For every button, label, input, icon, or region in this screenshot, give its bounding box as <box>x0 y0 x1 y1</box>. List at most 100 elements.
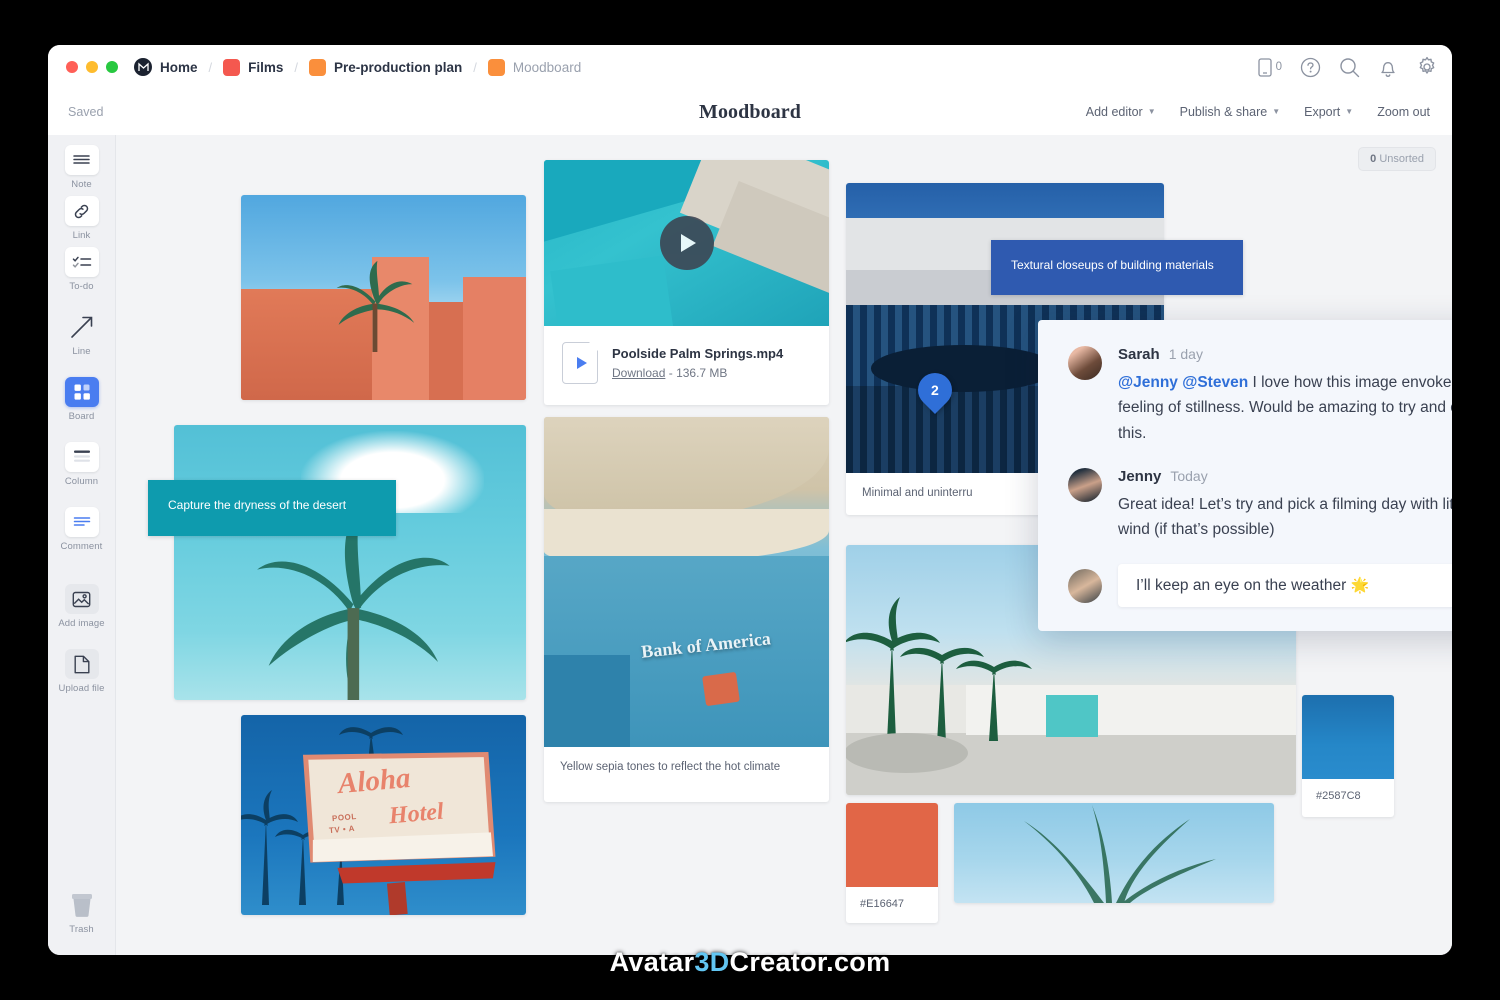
video-filename: Poolside Palm Springs.mp4 <box>612 346 783 361</box>
sidebar-item-note[interactable]: Note <box>54 145 110 190</box>
color-swatch-blue[interactable]: #2587C8 <box>1302 695 1394 817</box>
sticky-note-textures[interactable]: Textural closeups of building materials <box>991 240 1243 295</box>
palm-fronds-photo <box>954 803 1274 903</box>
sidebar-label-comment: Comment <box>61 541 103 552</box>
sidebar-item-upload-file[interactable]: Upload file <box>54 649 110 694</box>
sidebar-item-todo[interactable]: To-do <box>54 247 110 292</box>
desktop-background: Home / Films / Pre-production plan / Moo… <box>0 0 1500 1000</box>
upload-file-icon <box>65 649 99 679</box>
sidebar-item-trash[interactable]: Trash <box>54 890 110 935</box>
blue-swatch-chip <box>1302 695 1394 779</box>
color-swatch-orange[interactable]: #E16647 <box>846 803 938 923</box>
comment-body-jenny: Great idea! Let’s try and pick a filming… <box>1118 492 1452 543</box>
breadcrumb-item-moodboard[interactable]: Moodboard <box>488 59 581 76</box>
close-window-button[interactable] <box>66 61 78 73</box>
sidebar-label-todo: To-do <box>69 281 93 292</box>
sidebar-item-comment[interactable]: Comment <box>54 507 110 552</box>
watermark-prefix: Avatar <box>610 947 695 977</box>
add-image-icon <box>65 584 99 614</box>
avatar-sarah <box>1068 346 1102 380</box>
comment-time-jenny: Today <box>1170 468 1207 484</box>
reply-input-value: I’ll keep an eye on the weather <box>1136 577 1351 594</box>
video-file-meta: Download - 136.7 MB <box>612 366 783 380</box>
sidebar-label-link: Link <box>73 230 91 241</box>
video-thumbnail[interactable] <box>544 160 829 326</box>
comment-panel[interactable]: Sarah 1 day @Jenny @Steven I love how th… <box>1038 320 1452 631</box>
settings-gear-icon[interactable] <box>1416 56 1438 78</box>
sidebar-label-column: Column <box>65 476 98 487</box>
board-image-palm-fronds[interactable] <box>954 803 1274 903</box>
sidebar-item-column[interactable]: Column <box>54 442 110 487</box>
publish-share-button[interactable]: Publish & share ▼ <box>1180 105 1280 119</box>
comment-author-sarah: Sarah <box>1118 346 1160 363</box>
reply-input[interactable]: I’ll keep an eye on the weather 🌟 <box>1136 576 1452 595</box>
breadcrumb-label-preproduction: Pre-production plan <box>334 60 462 75</box>
document-toolbar: Saved Moodboard Add editor ▼ Publish & s… <box>48 89 1452 135</box>
comment-author-jenny: Jenny <box>1118 468 1161 485</box>
add-editor-button[interactable]: Add editor ▼ <box>1086 105 1156 119</box>
comment-text-sarah: @Jenny @Steven I love how this image env… <box>1118 370 1452 446</box>
breadcrumb-item-preproduction[interactable]: Pre-production plan <box>309 59 462 76</box>
sidebar-label-trash: Trash <box>69 924 93 935</box>
app-logo-icon <box>134 58 152 76</box>
unsorted-badge[interactable]: 0 Unsorted <box>1358 147 1436 171</box>
breadcrumb-label-home: Home <box>160 60 198 75</box>
sun-emoji-icon: 🌟 <box>1351 577 1370 594</box>
export-label: Export <box>1304 105 1340 119</box>
video-file-row: Poolside Palm Springs.mp4 Download - 136… <box>544 326 829 400</box>
breadcrumb-separator: / <box>473 60 477 75</box>
board-image-bank-building[interactable]: Bank of America Yellow sepia tones to re… <box>544 417 829 802</box>
publish-share-label: Publish & share <box>1180 105 1268 119</box>
watermark-suffix: Creator.com <box>730 947 891 977</box>
palm-sky-photo <box>174 425 526 700</box>
aloha-sign-main-text: Aloha <box>337 762 412 801</box>
chevron-down-icon: ▼ <box>1272 108 1280 116</box>
minimize-window-button[interactable] <box>86 61 98 73</box>
comment-icon <box>65 507 99 537</box>
trash-icon <box>65 890 99 920</box>
search-icon[interactable] <box>1339 57 1360 78</box>
notifications-bell-icon[interactable] <box>1378 57 1398 78</box>
sidebar-item-line[interactable]: Line <box>54 312 110 357</box>
download-link[interactable]: Download <box>612 366 665 380</box>
maximize-window-button[interactable] <box>106 61 118 73</box>
board-grid-icon <box>65 377 99 407</box>
reply-input-box[interactable]: I’ll keep an eye on the weather 🌟 Send <box>1118 564 1452 607</box>
breadcrumb-label-moodboard: Moodboard <box>513 60 581 75</box>
window-controls[interactable] <box>66 61 118 73</box>
breadcrumb-item-home[interactable]: Home <box>134 58 198 76</box>
sidebar-item-link[interactable]: Link <box>54 196 110 241</box>
mobile-preview-count: 0 <box>1276 61 1282 73</box>
play-button[interactable] <box>660 216 714 270</box>
zoom-out-button[interactable]: Zoom out <box>1377 105 1430 119</box>
board-image-pink-building[interactable] <box>241 195 526 400</box>
pink-building-photo <box>241 195 526 400</box>
blue-swatch-label: #2587C8 <box>1302 779 1394 802</box>
board-canvas[interactable]: 0 Unsorted <box>116 135 1452 955</box>
comment-mentions[interactable]: @Jenny @Steven <box>1118 374 1248 391</box>
orange-swatch-chip <box>846 803 938 887</box>
comment-reply-row: I’ll keep an eye on the weather 🌟 Send <box>1068 564 1452 607</box>
board-video-card[interactable]: Poolside Palm Springs.mp4 Download - 136… <box>544 160 829 405</box>
sticky-note-desert[interactable]: Capture the dryness of the desert <box>148 480 396 536</box>
breadcrumb-separator: / <box>209 60 213 75</box>
breadcrumb: Home / Films / Pre-production plan / Moo… <box>134 58 581 76</box>
window-titlebar: Home / Films / Pre-production plan / Moo… <box>48 45 1452 89</box>
link-icon <box>65 196 99 226</box>
export-button[interactable]: Export ▼ <box>1304 105 1353 119</box>
sidebar-item-board[interactable]: Board <box>54 377 110 422</box>
orange-swatch-label: #E16647 <box>846 887 938 910</box>
preproduction-color-chip <box>309 59 326 76</box>
board-image-aloha-hotel[interactable]: Aloha Hotel POOL TV • A <box>241 715 526 915</box>
line-arrow-icon <box>65 312 99 342</box>
bank-image-caption: Yellow sepia tones to reflect the hot cl… <box>544 747 829 788</box>
toolbar-actions: Add editor ▼ Publish & share ▼ Export ▼ … <box>1086 105 1430 119</box>
sticky-note-desert-text: Capture the dryness of the desert <box>168 498 346 512</box>
sidebar-item-add-image[interactable]: Add image <box>54 584 110 629</box>
video-filesize: 136.7 MB <box>676 366 727 380</box>
sidebar-label-line: Line <box>72 346 90 357</box>
mobile-preview-icon[interactable]: 0 <box>1258 58 1282 77</box>
help-icon[interactable] <box>1300 57 1321 78</box>
board-image-palm-sky[interactable] <box>174 425 526 700</box>
breadcrumb-item-films[interactable]: Films <box>223 59 283 76</box>
